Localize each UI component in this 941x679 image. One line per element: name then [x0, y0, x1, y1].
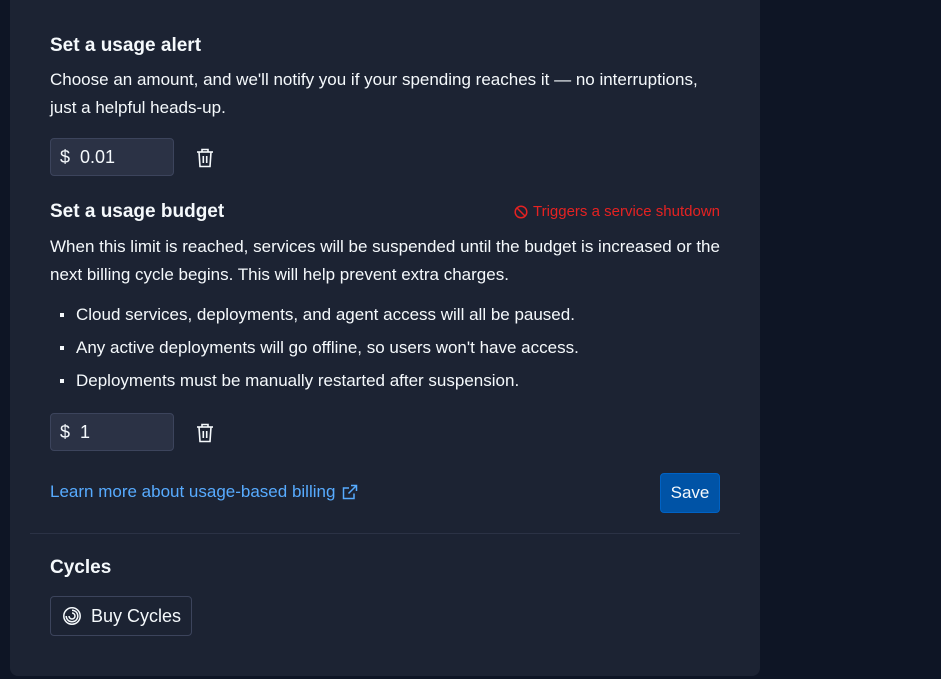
shutdown-warning: Triggers a service shutdown	[514, 203, 720, 220]
save-button[interactable]: Save	[660, 473, 720, 513]
usage-settings-panel: Set a usage alert Choose an amount, and …	[10, 0, 760, 676]
list-item: Cloud services, deployments, and agent a…	[50, 298, 720, 331]
currency-symbol: $	[60, 421, 71, 442]
usage-alert-amount-input[interactable]	[80, 146, 160, 168]
trash-icon[interactable]	[194, 422, 216, 444]
usage-budget-section: Set a usage budget Triggers a service sh…	[50, 201, 720, 397]
external-link-icon	[343, 484, 358, 499]
learn-more-link[interactable]: Learn more about usage-based billing	[50, 482, 358, 502]
usage-alert-description: Choose an amount, and we'll notify you i…	[50, 70, 698, 117]
section-divider	[30, 533, 740, 534]
buy-cycles-button[interactable]: Buy Cycles	[50, 596, 193, 636]
buy-cycles-label: Buy Cycles	[91, 605, 182, 626]
trash-icon[interactable]	[194, 147, 216, 169]
prohibited-icon	[514, 204, 528, 219]
usage-budget-amount-input[interactable]	[80, 421, 160, 443]
usage-budget-description: When this limit is reached, services wil…	[50, 237, 720, 284]
learn-more-text: Learn more about usage-based billing	[50, 482, 336, 501]
usage-alert-amount-field[interactable]: $	[50, 138, 174, 176]
cycles-icon	[63, 607, 81, 625]
cycles-section: Cycles	[50, 557, 720, 579]
shutdown-warning-text: Triggers a service shutdown	[532, 203, 720, 220]
usage-alert-title: Set a usage alert	[50, 35, 202, 56]
list-item: Deployments must be manually restarted a…	[50, 364, 720, 397]
budget-consequences-list: Cloud services, deployments, and agent a…	[50, 298, 720, 397]
cycles-title: Cycles	[50, 557, 112, 578]
currency-symbol: $	[60, 146, 71, 167]
usage-alert-section: Set a usage alert Choose an amount, and …	[50, 35, 720, 122]
list-item: Any active deployments will go offline, …	[50, 331, 720, 364]
usage-budget-amount-field[interactable]: $	[50, 413, 174, 451]
